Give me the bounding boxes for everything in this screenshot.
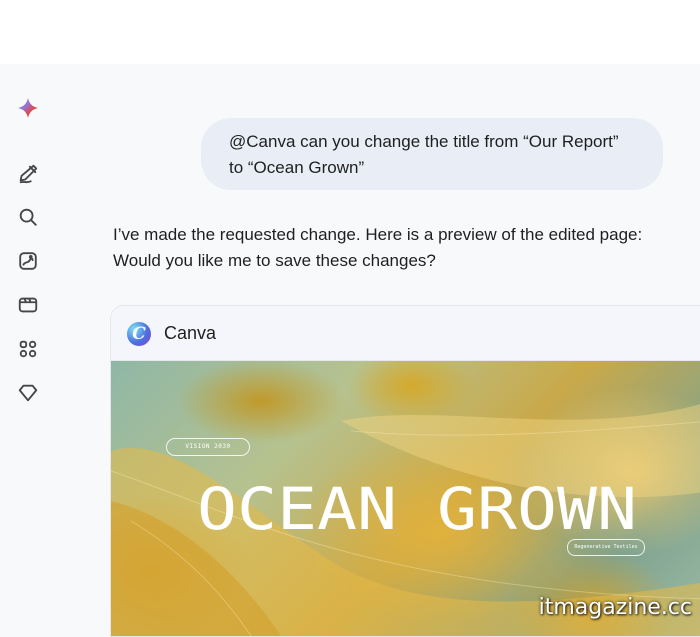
design-title: OCEAN GROWN <box>197 475 637 543</box>
canva-app-name: Canva <box>164 323 217 343</box>
canva-preview-card[interactable]: C Canva OCEAN GROWN VISION 2030 Regenera… <box>110 305 700 637</box>
watermark: itmagazine.cc <box>538 595 692 620</box>
canva-logo-icon: C <box>127 322 151 346</box>
vision-badge: VISION 2030 <box>166 438 250 456</box>
gemini-sparkle-icon[interactable] <box>16 96 40 120</box>
sidebar-rail <box>0 64 58 626</box>
assistant-reply-line-2: Would you like me to save these changes? <box>113 251 436 270</box>
gem-icon[interactable] <box>16 381 40 405</box>
apps-icon[interactable] <box>16 337 40 361</box>
user-message-bubble: @Canva can you change the title from “Ou… <box>201 118 663 190</box>
new-chat-icon[interactable] <box>16 162 40 186</box>
video-icon[interactable] <box>16 293 40 317</box>
user-message-line-1: @Canva can you change the title from “Ou… <box>229 132 619 151</box>
assistant-reply: I’ve made the requested change. Here is … <box>113 222 693 274</box>
canva-card-header: C Canva <box>111 306 700 361</box>
subtitle-badge: Regenerative Textiles <box>567 539 645 556</box>
top-bar <box>0 0 700 64</box>
assistant-reply-line-1: I’ve made the requested change. Here is … <box>113 225 643 244</box>
gallery-icon[interactable] <box>16 249 40 273</box>
search-icon[interactable] <box>16 205 40 229</box>
user-message-line-2: to “Ocean Grown” <box>229 158 365 177</box>
